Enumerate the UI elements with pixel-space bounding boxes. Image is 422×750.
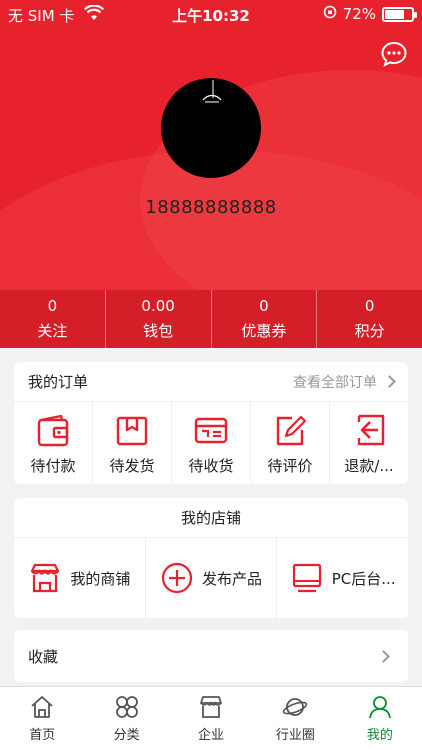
view-all-orders-label: 查看全部订单 — [293, 374, 377, 391]
tab-industry[interactable]: 行业圈 — [253, 687, 337, 750]
chat-bubble-icon — [381, 41, 407, 67]
category-icon — [115, 696, 138, 718]
chevron-right-icon — [377, 649, 390, 663]
chevron-right-icon — [383, 375, 396, 388]
order-item-label: 待评价 — [267, 456, 313, 475]
box-icon — [116, 416, 148, 445]
status-bar: 无 SIM 卡 上午10:32 72% — [0, 0, 422, 30]
order-pending-receipt[interactable]: 待收货 — [172, 402, 251, 484]
home-icon — [31, 696, 53, 718]
shop-card: 我的店铺 我的商铺 发布产品 PC后台... — [14, 498, 408, 618]
user-phone: 18888888888 — [145, 197, 277, 218]
tab-home[interactable]: 首页 — [0, 687, 84, 750]
planet-icon — [283, 698, 308, 716]
tab-bar: 首页 分类 企业 行业圈 我的 — [0, 686, 422, 750]
order-item-label: 待收货 — [188, 456, 234, 475]
tab-label: 企业 — [198, 728, 225, 743]
stat-wallet[interactable]: 0.00 钱包 — [106, 290, 212, 348]
message-button[interactable] — [380, 40, 408, 68]
stat-value: 0 — [364, 297, 375, 315]
return-icon — [357, 414, 385, 445]
order-pending-payment[interactable]: 待付款 — [14, 402, 93, 484]
tab-label: 行业圈 — [275, 728, 315, 743]
pc-admin-button[interactable]: PC后台... — [277, 538, 408, 618]
order-item-label: 待付款 — [30, 456, 76, 475]
view-all-orders-link[interactable]: 查看全部订单 — [293, 372, 396, 392]
pencil-icon — [276, 415, 307, 445]
user-icon — [368, 696, 391, 719]
shop-item-label: PC后台... — [331, 569, 396, 588]
stat-label: 积分 — [354, 322, 385, 340]
orders-card: 我的订单 查看全部订单 待付款 待发货 待收货 待评价 退款/... — [14, 362, 408, 484]
order-pending-review[interactable]: 待评价 — [251, 402, 330, 484]
tab-label: 分类 — [113, 728, 140, 743]
stat-follow[interactable]: 0 关注 — [0, 290, 106, 348]
tab-label: 我的 — [366, 728, 393, 743]
wallet-icon — [37, 414, 69, 446]
tab-enterprise[interactable]: 企业 — [169, 687, 253, 750]
stat-label: 关注 — [37, 322, 68, 340]
publish-product-button[interactable]: 发布产品 — [146, 538, 278, 618]
stat-value: 0 — [47, 297, 58, 315]
shop-item-label: 发布产品 — [202, 569, 263, 588]
shop-icon — [200, 696, 222, 718]
order-refund[interactable]: 退款/... — [330, 402, 408, 484]
stats-bar: 0 关注 0.00 钱包 0 优惠券 0 积分 — [0, 290, 422, 348]
card-icon — [194, 417, 228, 443]
order-item-label: 退款/... — [344, 456, 394, 475]
battery-fill — [385, 9, 404, 19]
avatar[interactable] — [161, 78, 261, 178]
my-store-button[interactable]: 我的商铺 — [14, 538, 146, 618]
plus-circle-icon — [161, 562, 193, 594]
stat-value: 0.00 — [141, 297, 175, 315]
shop-actions-row: 我的商铺 发布产品 PC后台... — [14, 538, 408, 618]
favorites-label: 收藏 — [28, 647, 59, 666]
orders-header: 我的订单 查看全部订单 — [14, 362, 408, 402]
tab-mine[interactable]: 我的 — [338, 687, 422, 750]
status-right: 72% — [323, 5, 417, 23]
monitor-icon — [292, 563, 321, 593]
battery-icon — [382, 6, 417, 22]
stat-label: 钱包 — [143, 322, 174, 340]
profile-header: 无 SIM 卡 上午10:32 72% 18888888888 — [0, 0, 422, 290]
shop-item-label: 我的商铺 — [70, 569, 131, 588]
stat-points[interactable]: 0 积分 — [317, 290, 422, 348]
store-icon — [31, 563, 60, 593]
rotation-lock-icon — [323, 5, 337, 23]
stat-label: 优惠券 — [241, 322, 287, 340]
order-status-row: 待付款 待发货 待收货 待评价 退款/... — [14, 402, 408, 484]
shop-title: 我的店铺 — [14, 498, 408, 538]
stat-value: 0 — [259, 297, 269, 315]
favorites-row[interactable]: 收藏 — [14, 630, 408, 682]
order-pending-shipment[interactable]: 待发货 — [93, 402, 172, 484]
avatar-image — [202, 80, 222, 103]
stat-coupons[interactable]: 0 优惠券 — [212, 290, 318, 348]
orders-title: 我的订单 — [28, 373, 89, 391]
order-item-label: 待发货 — [109, 456, 155, 475]
battery-percent: 72% — [342, 5, 376, 23]
tab-label: 首页 — [29, 728, 56, 743]
tab-category[interactable]: 分类 — [84, 687, 168, 750]
